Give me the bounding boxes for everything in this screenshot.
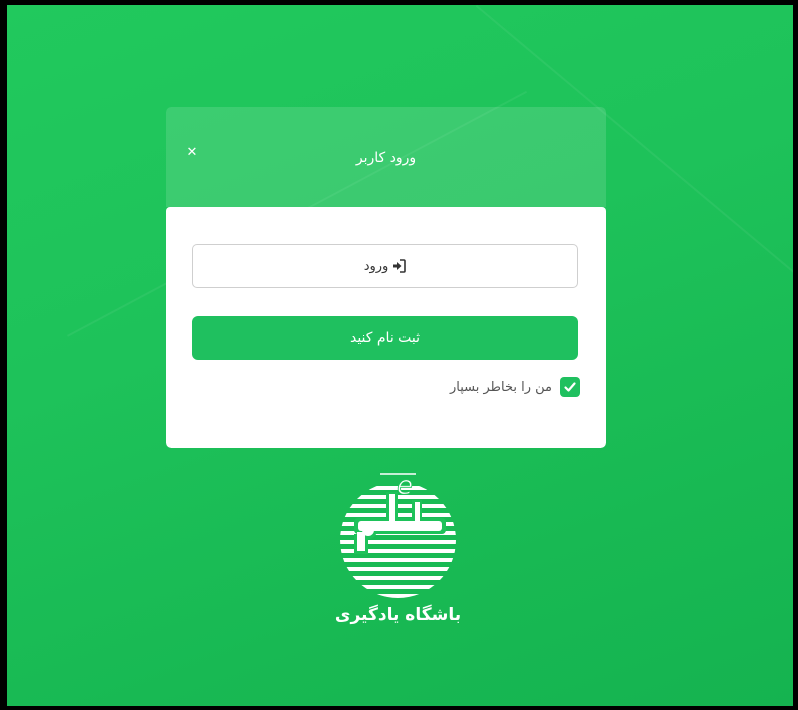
login-modal: ✕ ورود کاربر ورود ثبت نام کنید من را بخا… [166, 107, 606, 448]
remember-label: من را بخاطر بسپار [449, 379, 552, 395]
login-button-label: ورود [363, 258, 389, 274]
modal-body: ورود ثبت نام کنید من را بخاطر بسپار [166, 207, 606, 448]
modal-title: ورود کاربر [355, 150, 417, 166]
remember-checkbox[interactable] [560, 377, 580, 397]
register-button[interactable]: ثبت نام کنید [192, 316, 578, 360]
mehralborz-logo-icon: e [340, 471, 456, 598]
modal-header: ✕ ورود کاربر [166, 107, 606, 207]
login-button[interactable]: ورود [192, 244, 578, 288]
brand-logo: e باشگاه یادگیری [308, 470, 488, 650]
logo-caption: باشگاه یادگیری [334, 605, 462, 625]
remember-me: من را بخاطر بسپار [450, 375, 580, 399]
svg-text:e: e [397, 471, 413, 501]
sign-in-icon [392, 259, 407, 273]
check-icon [564, 382, 576, 392]
